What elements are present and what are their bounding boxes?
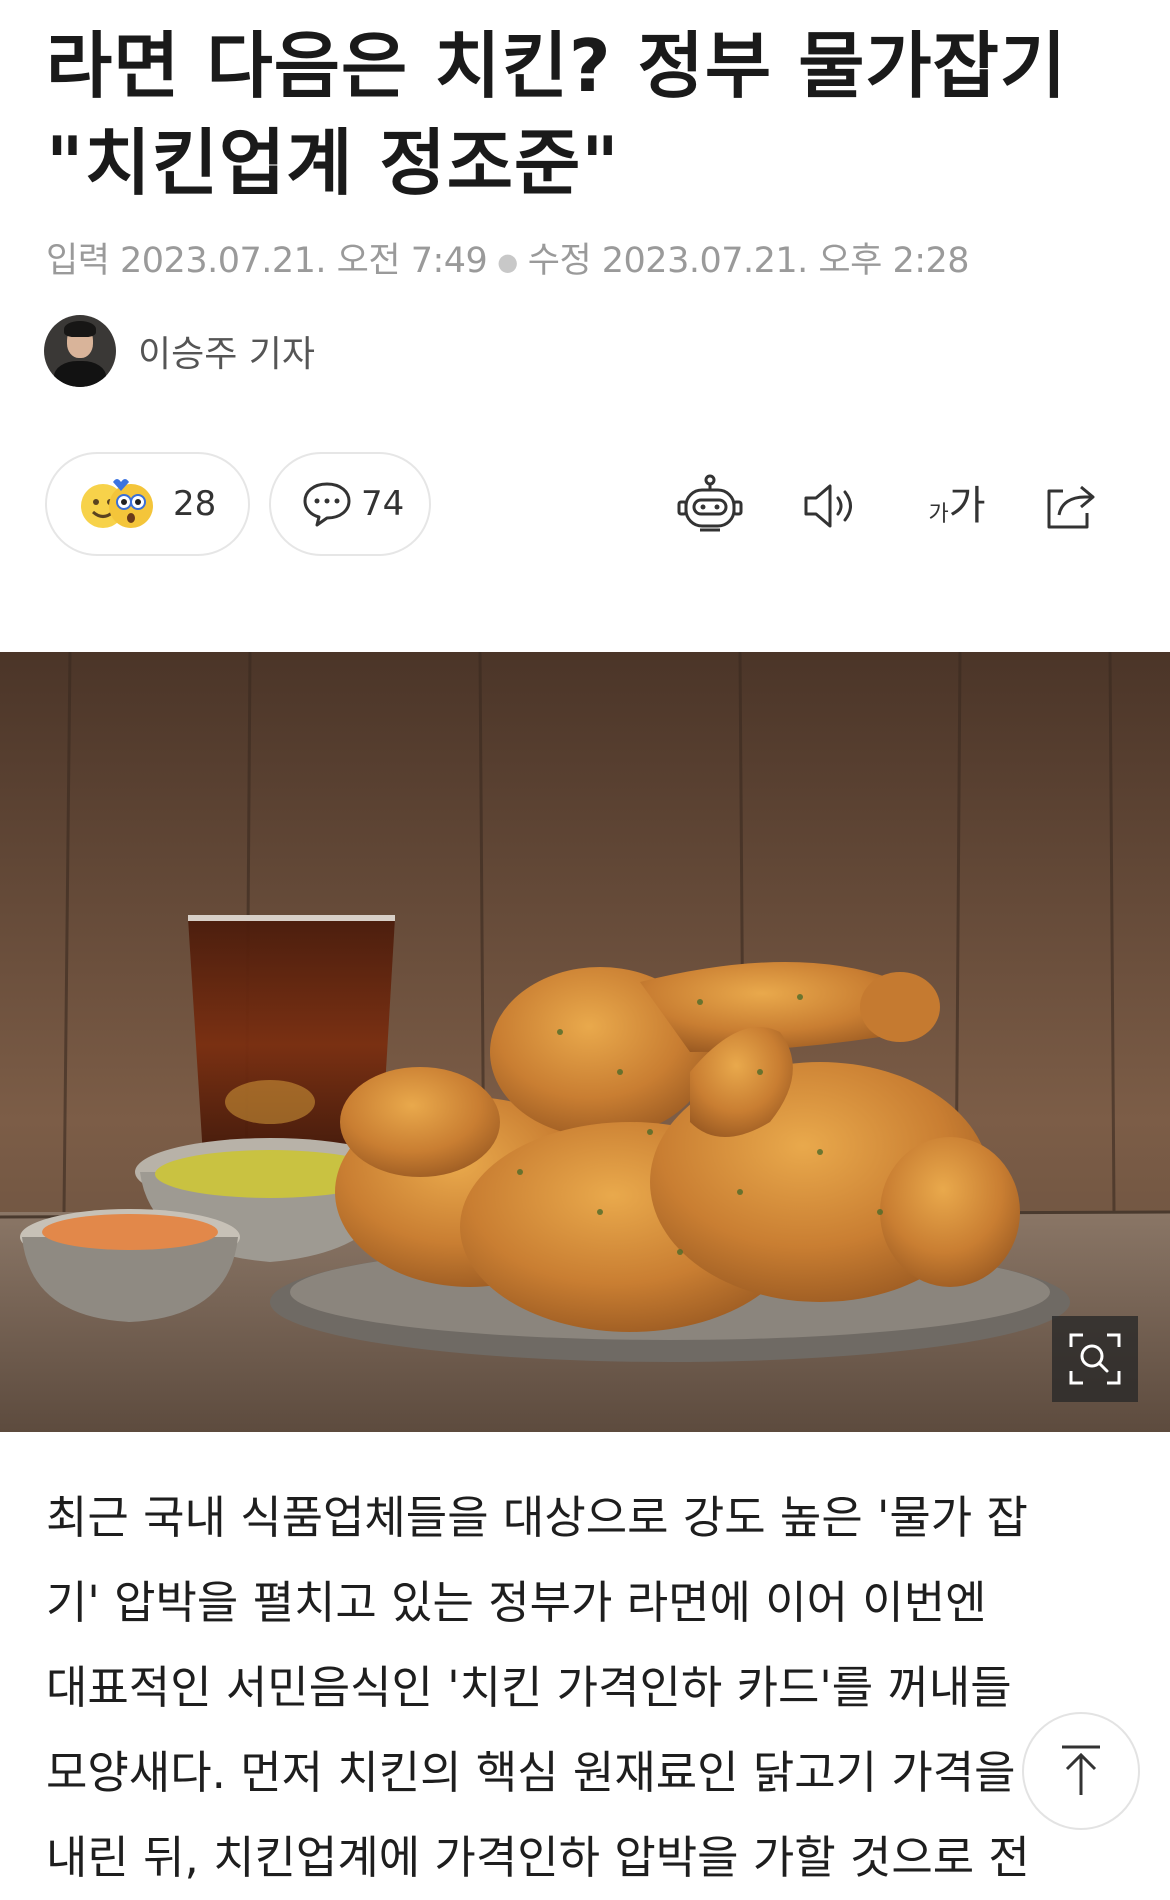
body-line: 내린 뒤, 치킨업계에 가격인하 압박을 가할 것으로 전 bbox=[46, 1831, 1030, 1884]
robot-icon bbox=[677, 474, 743, 532]
body-line: 기' 압박을 펼치고 있는 정부가 라면에 이어 이번엔 bbox=[46, 1576, 987, 1629]
headline-line: "치킨업계 정조준" bbox=[46, 121, 620, 205]
share-button[interactable] bbox=[1034, 470, 1106, 542]
modified-date: 수정 2023.07.21. 오후 2:28 bbox=[527, 241, 970, 281]
article-dates: 입력 2023.07.21. 오전 7:49 ● 수정 2023.07.21. 오후… bbox=[46, 232, 970, 283]
font-size-large-label: 가 bbox=[948, 483, 986, 529]
share-icon bbox=[1047, 485, 1095, 529]
fried-chicken-photo bbox=[0, 652, 1170, 1432]
body-line: 모양새다. 먼저 치킨의 핵심 원재료인 닭고기 가격을 bbox=[46, 1746, 1016, 1799]
font-size-button[interactable]: 가 가 bbox=[914, 470, 1000, 542]
comment-count: 74 bbox=[361, 484, 405, 524]
summary-bot-button[interactable] bbox=[674, 470, 746, 542]
article-body: 최근 국내 식품업체들을 대상으로 강도 높은 '물가 잡 기' 압박을 펼치고… bbox=[46, 1475, 1136, 1900]
speech-bubble-icon bbox=[303, 482, 351, 527]
font-size-icon: 가 가 bbox=[928, 486, 985, 526]
article-photo[interactable] bbox=[0, 652, 1170, 1432]
body-line: 대표적인 서민음식인 '치킨 가격인하 카드'를 꺼내들 bbox=[46, 1661, 1012, 1714]
author-name[interactable]: 이승주 기자 bbox=[138, 325, 315, 377]
tts-button[interactable] bbox=[794, 470, 866, 542]
author-avatar[interactable] bbox=[44, 315, 116, 387]
font-size-small-label: 가 bbox=[928, 502, 949, 527]
comment-button[interactable]: 74 bbox=[269, 452, 431, 556]
arrow-up-icon bbox=[1062, 1745, 1100, 1795]
reaction-button[interactable]: 28 bbox=[45, 452, 250, 556]
speaker-icon bbox=[804, 484, 852, 528]
reaction-count: 28 bbox=[173, 484, 217, 524]
image-zoom-button[interactable] bbox=[1052, 1316, 1138, 1402]
scroll-top-button[interactable] bbox=[1022, 1712, 1140, 1830]
image-zoom-icon bbox=[1069, 1333, 1121, 1385]
author-byline[interactable]: 이승주 기자 bbox=[44, 315, 315, 387]
published-date: 입력 2023.07.21. 오전 7:49 bbox=[46, 241, 488, 281]
article-headline: 라면 다음은 치킨? 정부 물가잡기 "치킨업계 정조준" bbox=[46, 18, 1136, 212]
date-separator: ● bbox=[497, 248, 518, 276]
emoji-reaction-icon bbox=[81, 479, 153, 528]
headline-line: 라면 다음은 치킨? 정부 물가잡기 bbox=[46, 24, 1068, 108]
body-line: 최근 국내 식품업체들을 대상으로 강도 높은 '물가 잡 bbox=[46, 1491, 1028, 1544]
